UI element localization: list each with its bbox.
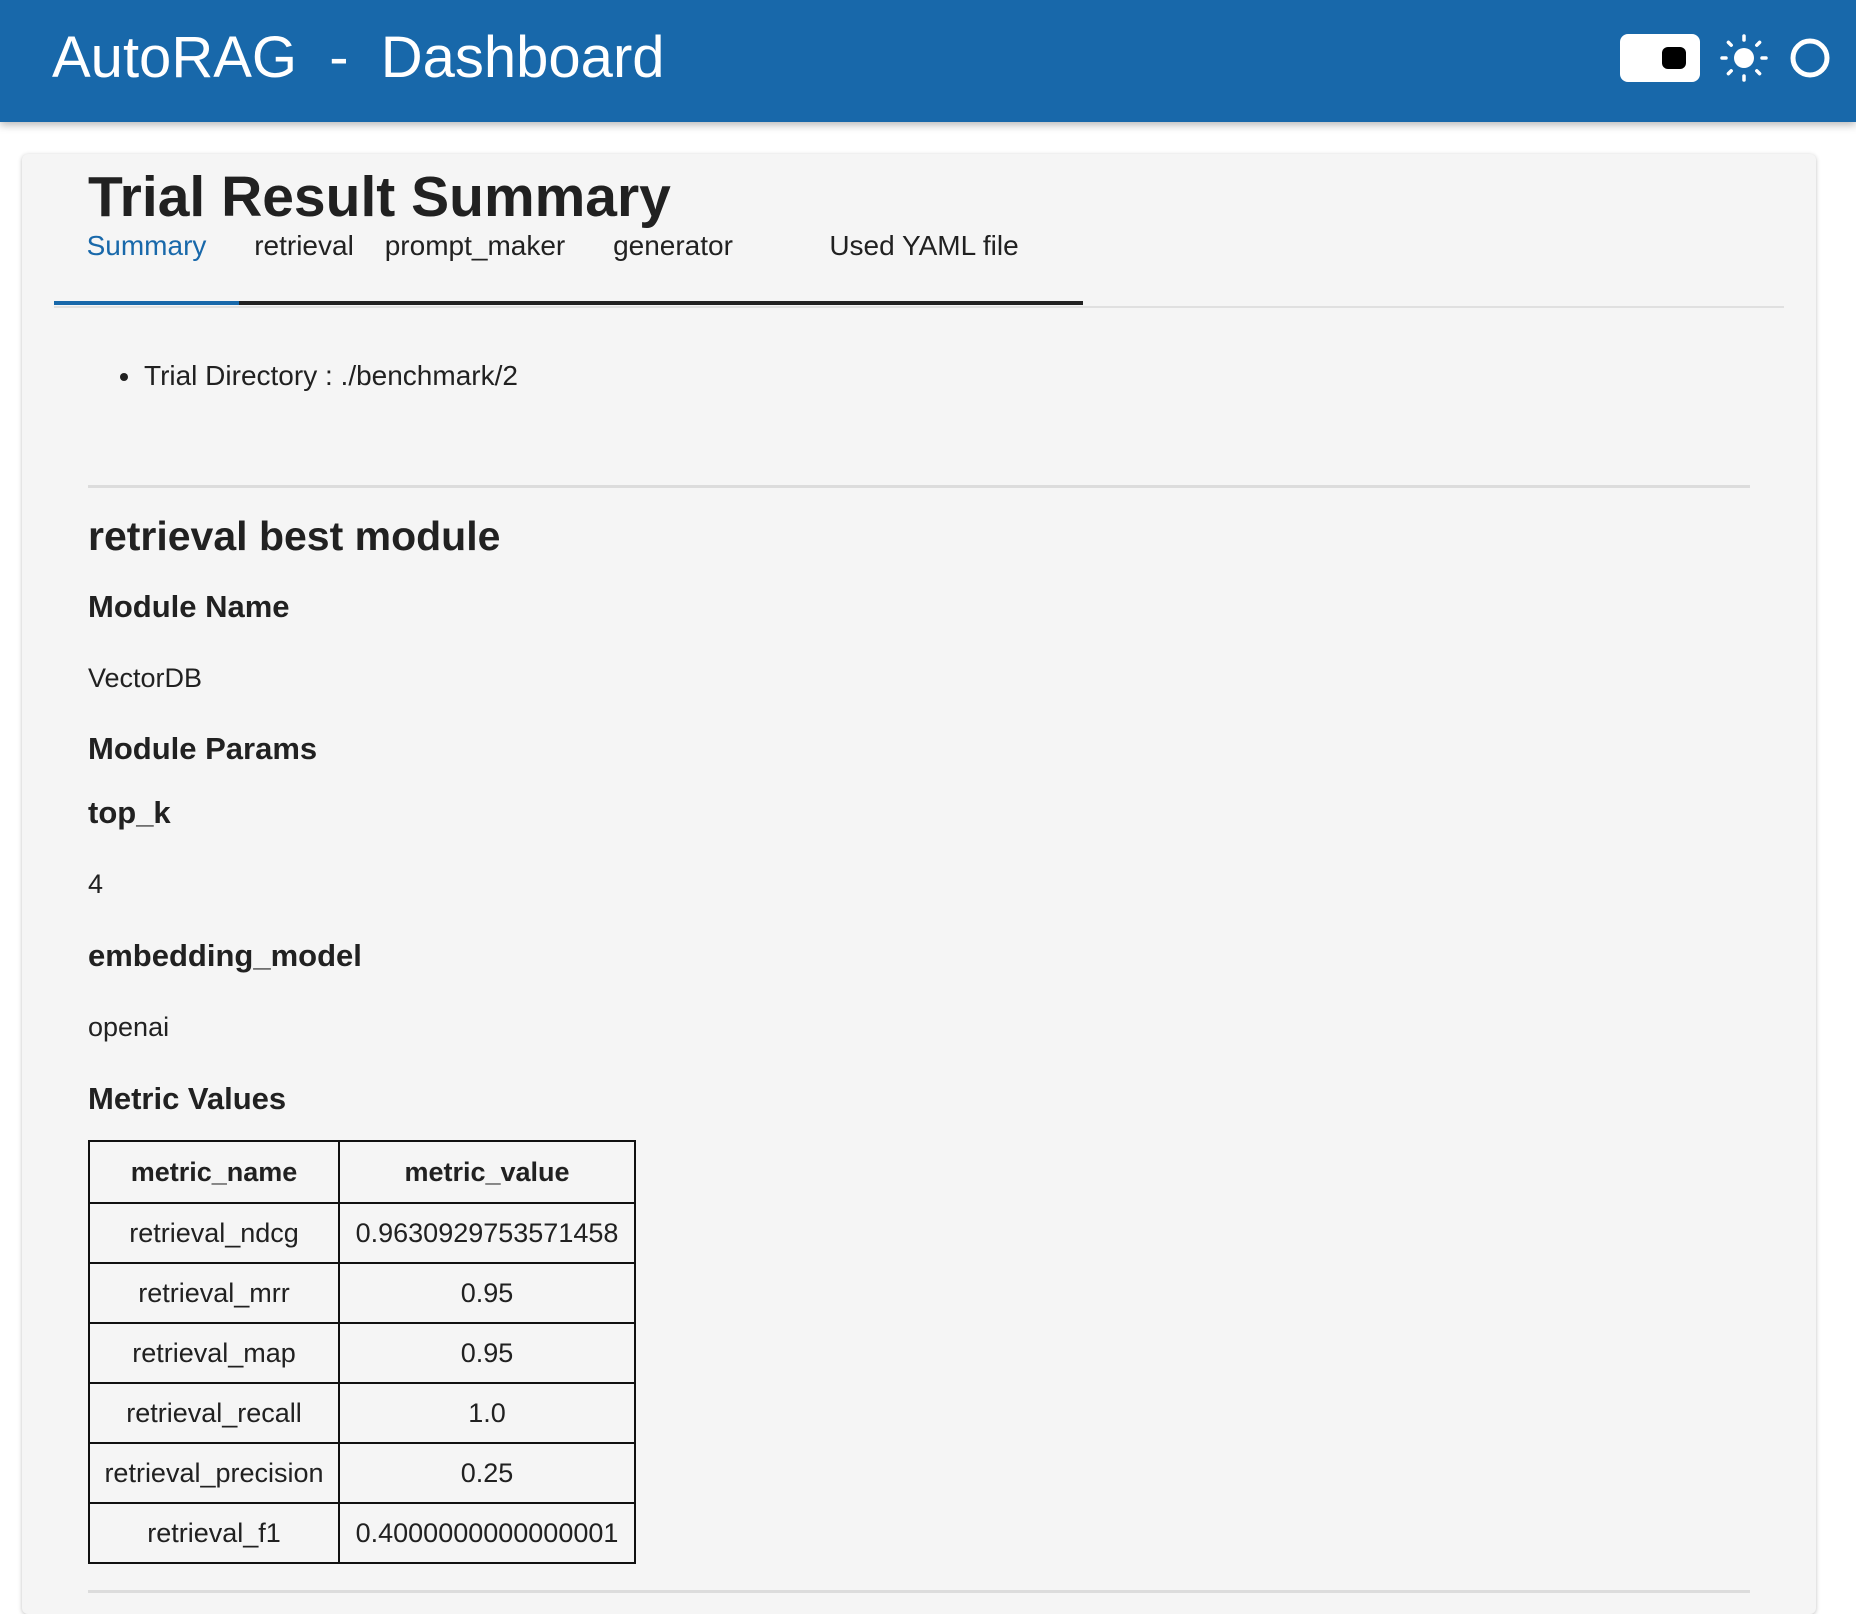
divider [88, 485, 1750, 488]
trial-directory: Trial Directory : ./benchmark/2 [120, 356, 518, 396]
table-header-row: metric_name metric_value [88, 1140, 636, 1204]
module-name-heading: Module Name [88, 589, 290, 624]
dark-mode-toggle[interactable] [1620, 34, 1700, 82]
table-row: retrieval_f1 0.4000000000000001 [88, 1502, 636, 1564]
module-params-heading: Module Params [88, 731, 318, 766]
metric-value-cell: 0.95 [338, 1322, 636, 1384]
param-value: 4 [88, 869, 104, 899]
metric-value-cell: 0.9630929753571458 [338, 1202, 636, 1264]
metric-value-cell: 0.25 [338, 1442, 636, 1504]
metrics-table: metric_name metric_value retrieval_ndcg … [88, 1140, 636, 1564]
param-value: openai [88, 1012, 170, 1042]
table-row: retrieval_recall 1.0 [88, 1382, 636, 1444]
table-row: retrieval_mrr 0.95 [88, 1262, 636, 1324]
active-tab-indicator [54, 301, 239, 305]
table-row: retrieval_precision 0.25 [88, 1442, 636, 1504]
app-header: AutoRAG - Dashboard [0, 0, 1856, 122]
circle-icon[interactable] [1788, 36, 1832, 80]
metric-value-cell: 0.4000000000000001 [338, 1502, 636, 1564]
metric-name-cell: retrieval_ndcg [88, 1202, 340, 1264]
page-title: Trial Result Summary [88, 165, 671, 229]
sun-icon[interactable] [1720, 34, 1768, 82]
param-name: top_k [88, 795, 171, 830]
metric-name-cell: retrieval_f1 [88, 1502, 340, 1564]
tab-used-yaml-file[interactable]: Used YAML file [765, 194, 1083, 298]
section-title: retrieval best module [88, 513, 501, 559]
param-name: embedding_model [88, 938, 362, 973]
table-row: retrieval_map 0.95 [88, 1322, 636, 1384]
app-title: AutoRAG - Dashboard [52, 25, 665, 90]
metric-values-heading: Metric Values [88, 1081, 287, 1116]
column-header: metric_value [338, 1140, 636, 1204]
table-row: retrieval_ndcg 0.9630929753571458 [88, 1202, 636, 1264]
toggle-knob [1662, 47, 1686, 69]
divider [88, 1590, 1750, 1593]
metric-name-cell: retrieval_mrr [88, 1262, 340, 1324]
metric-name-cell: retrieval_map [88, 1322, 340, 1384]
metric-name-cell: retrieval_recall [88, 1382, 340, 1444]
metric-value-cell: 0.95 [338, 1262, 636, 1324]
metric-name-cell: retrieval_precision [88, 1442, 340, 1504]
metric-value-cell: 1.0 [338, 1382, 636, 1444]
module-name-value: VectorDB [88, 663, 203, 693]
column-header: metric_name [88, 1140, 340, 1204]
